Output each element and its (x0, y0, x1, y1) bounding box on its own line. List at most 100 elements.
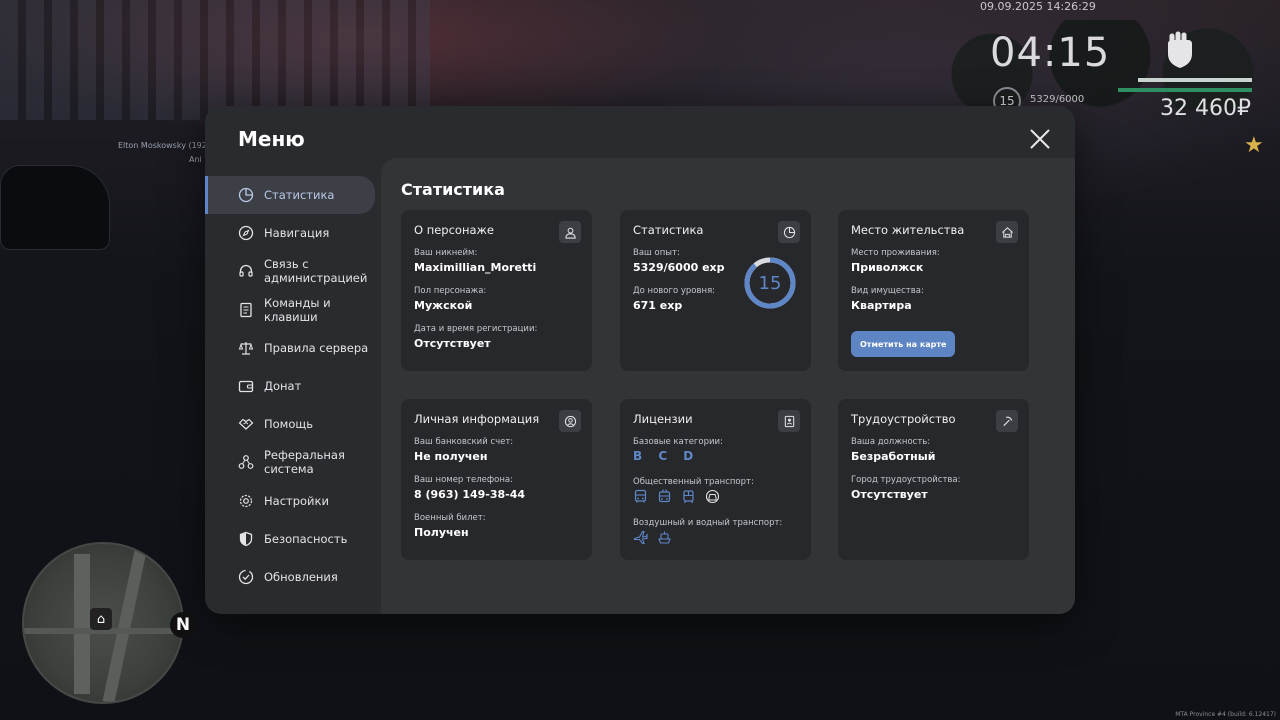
registration-label: Дата и время регистрации: (414, 324, 538, 334)
handshake-icon (238, 418, 254, 430)
next-level-value: 671 exp (633, 299, 683, 312)
card-title: Лицензии (633, 412, 693, 426)
player-nametag: Elton Moskowsky (192 (118, 141, 207, 150)
home-icon (996, 221, 1018, 243)
military-id-label: Военный билет: (414, 513, 486, 523)
trolleybus-icon (658, 489, 671, 503)
hud-armor-bar (1118, 88, 1252, 92)
card-statistics: Статистика Ваш опыт: 5329/6000 exp До но… (620, 210, 811, 371)
bank-account-value: Не получен (414, 450, 488, 463)
sidebar-item-rules[interactable]: Правила сервера (205, 329, 381, 367)
sidebar: Статистика Навигация Связь с администрац… (205, 176, 381, 596)
referral-icon (238, 455, 254, 470)
gear-icon (239, 494, 253, 507)
sidebar-item-security[interactable]: Безопасность (205, 520, 381, 558)
card-residence: Место жительства Место проживания: Приво… (838, 210, 1029, 371)
check-circle-icon (238, 569, 254, 584)
document-icon (240, 302, 252, 317)
sidebar-item-label: Команды и клавиши (264, 295, 331, 324)
sidebar-item-contact-admin[interactable]: Связь с администрацией (205, 252, 381, 291)
position-value: Безработный (851, 450, 936, 463)
user-icon (559, 221, 581, 243)
air-water-transport-label: Воздушный и водный транспорт: (633, 518, 783, 528)
sidebar-item-label: Безопасность (264, 531, 348, 546)
build-info: MTA Province #4 (build: 6.12417) (1175, 711, 1276, 718)
stats-icon (238, 187, 254, 203)
sidebar-item-referral[interactable]: Реферальная система (205, 443, 381, 482)
scales-icon (238, 342, 254, 355)
menu-window: Меню Статистика Навигация Связь с админи… (205, 106, 1075, 614)
exp-value: 5329/6000 exp (633, 261, 725, 274)
boat-icon (658, 531, 671, 544)
sidebar-item-label: Навигация (264, 226, 330, 240)
bus-icon (634, 489, 647, 503)
residence-place-value: Приволжск (851, 261, 924, 274)
hud-health-bar (1138, 78, 1252, 82)
residence-place-label: Место проживания: (851, 248, 940, 258)
air-water-transport-icons (633, 530, 672, 545)
property-type-label: Вид имущества: (851, 286, 924, 296)
sidebar-item-settings[interactable]: Настройки (205, 482, 381, 520)
nickname-label: Ваш никнейм: (414, 248, 478, 258)
property-type-value: Квартира (851, 299, 912, 312)
stats-icon (778, 221, 800, 243)
fist-icon (1168, 31, 1192, 68)
airplane-icon (633, 530, 648, 545)
card-title: Трудоустройство (851, 412, 956, 426)
hud-money: 32 460₽ (1160, 96, 1251, 121)
sidebar-item-commands[interactable]: Команды и клавиши (205, 291, 381, 330)
minimap: ⌂ (22, 542, 184, 704)
sidebar-item-navigation[interactable]: Навигация (205, 214, 381, 252)
public-transport-label: Общественный транспорт: (633, 477, 754, 487)
close-button[interactable] (1029, 128, 1051, 150)
content-panel: Статистика О персонаже Ваш никнейм: Maxi… (381, 158, 1075, 614)
tram-icon (683, 490, 694, 504)
gender-value: Мужской (414, 299, 473, 312)
sidebar-item-donate[interactable]: Донат (205, 367, 381, 405)
id-badge-icon (778, 410, 800, 432)
base-categories-value: B C D (633, 449, 700, 463)
sidebar-item-statistics[interactable]: Статистика (205, 176, 375, 214)
card-character: О персонаже Ваш никнейм: Maximillian_Mor… (401, 210, 592, 371)
sidebar-item-help[interactable]: Помощь (205, 405, 381, 443)
military-id-value: Получен (414, 526, 469, 539)
hud-datetime: 09.09.2025 14:26:29 (980, 0, 1096, 13)
public-transport-icons (633, 489, 720, 504)
card-licenses: Лицензии Базовые категории: B C D Общест… (620, 399, 811, 560)
menu-title: Меню (238, 127, 305, 151)
taxi-icon (705, 489, 720, 504)
shield-icon (239, 531, 253, 546)
level-number: 15 (758, 272, 782, 294)
player-marker-icon: ⌂ (90, 608, 112, 630)
card-title: О персонаже (414, 223, 494, 237)
sidebar-item-label: Связь с администрацией (264, 257, 368, 286)
player-nametag-second-line: Ani (189, 155, 202, 164)
sidebar-item-label: Настройки (264, 493, 329, 508)
compass-icon (238, 225, 254, 241)
pickaxe-icon (996, 410, 1018, 432)
sidebar-item-label: Помощь (264, 417, 314, 431)
hud-exp: 5329/6000 (1030, 94, 1085, 105)
next-level-label: До нового уровня: (633, 286, 716, 296)
compass-north-icon: N (170, 612, 196, 638)
hud-game-time: 04:15 (990, 30, 1111, 76)
sidebar-item-label: Реферальная система (264, 448, 345, 477)
base-categories-label: Базовые категории: (633, 437, 723, 447)
card-title: Место жительства (851, 223, 965, 237)
content-title: Статистика (401, 180, 505, 199)
mark-on-map-button[interactable]: Отметить на карте (851, 331, 956, 357)
headset-icon (239, 265, 253, 277)
exp-label: Ваш опыт: (633, 248, 680, 258)
wallet-icon (238, 380, 254, 393)
nickname-value: Maximillian_Moretti (414, 261, 537, 274)
background-car (0, 165, 110, 250)
sidebar-item-updates[interactable]: Обновления (205, 558, 381, 596)
gender-label: Пол персонажа: (414, 286, 487, 296)
sidebar-item-label: Статистика (264, 188, 335, 202)
phone-value: 8 (963) 149-38-44 (414, 488, 526, 501)
person-circle-icon (559, 410, 581, 432)
card-employment: Трудоустройство Ваша должность: Безработ… (838, 399, 1029, 560)
background-building (0, 0, 430, 120)
registration-value: Отсутствует (414, 337, 491, 350)
employment-city-label: Город трудоустройства: (851, 475, 961, 485)
